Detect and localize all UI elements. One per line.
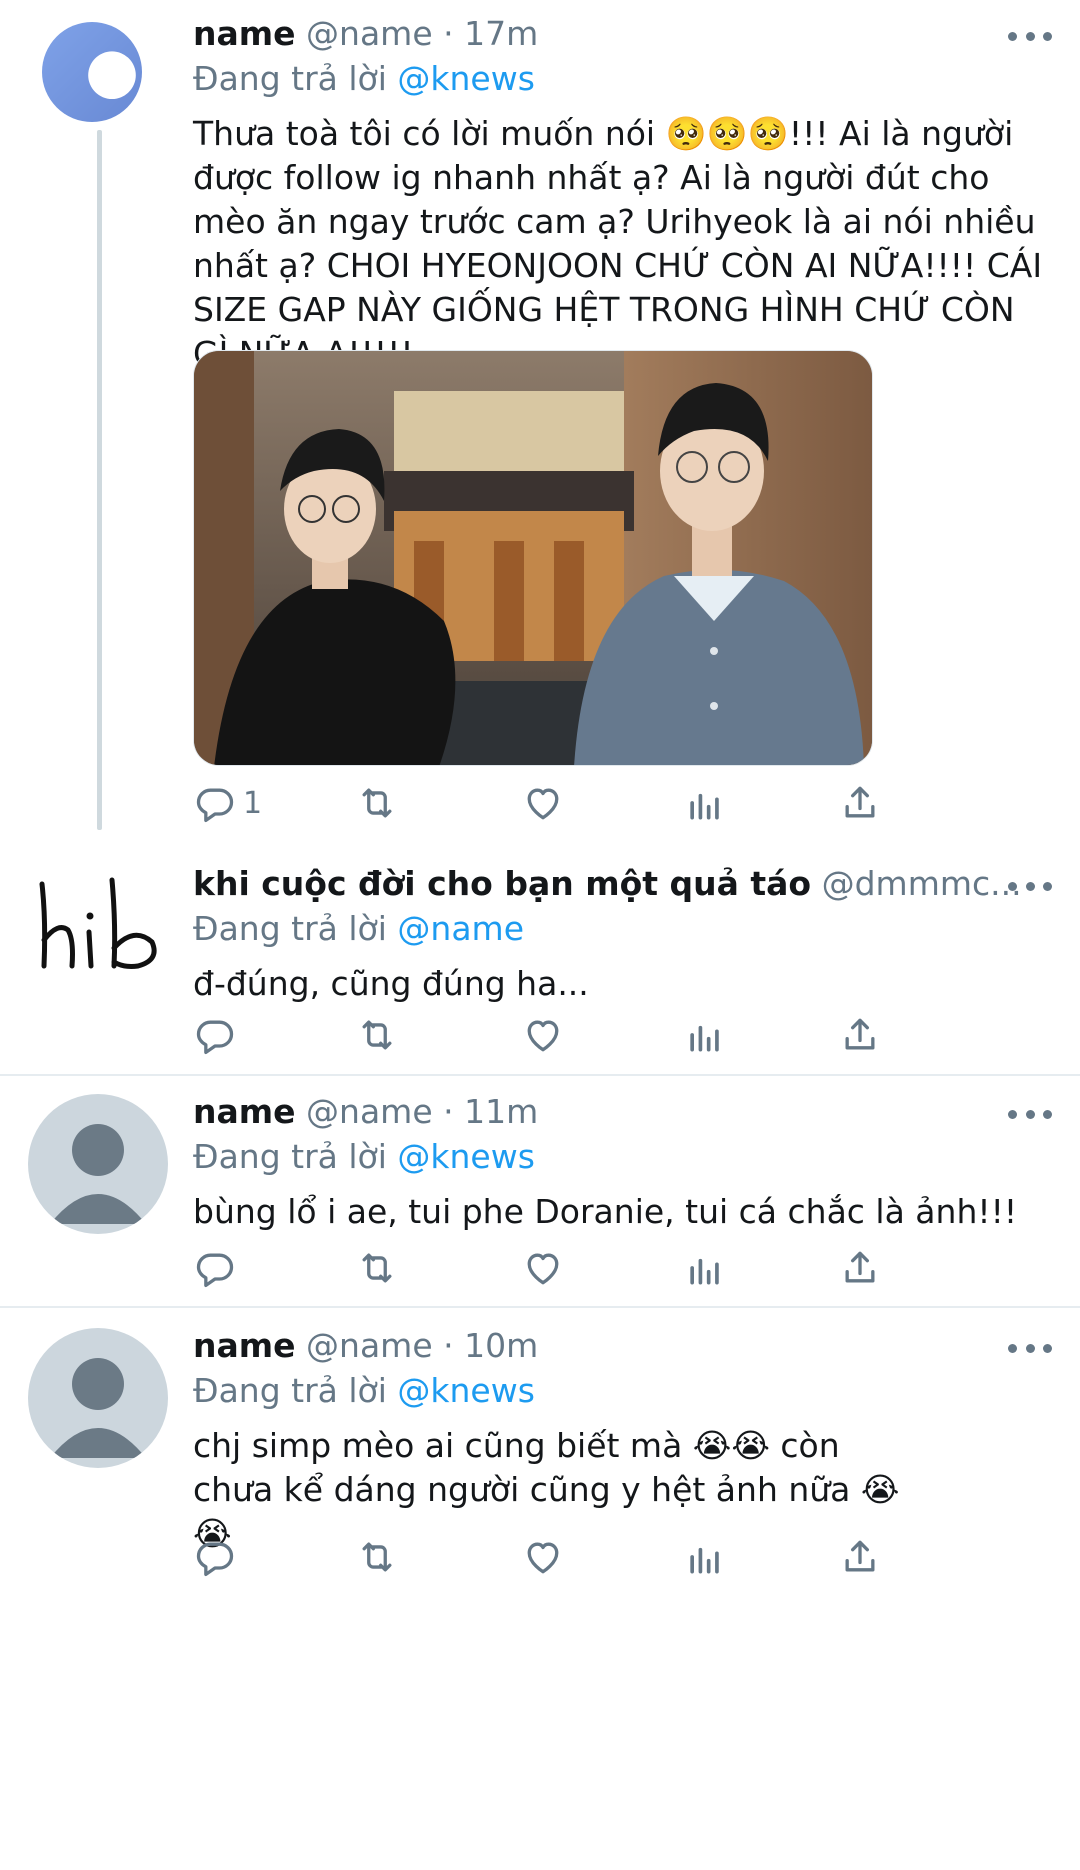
tweet-header: khi cuộc đời cho bạn một quả táo @dmmmc.…	[193, 862, 1052, 906]
default-avatar-icon	[28, 1094, 168, 1234]
reply-context: Đang trả lời @knews	[193, 1134, 1052, 1180]
user-avatar-icon	[42, 22, 142, 122]
retweet-icon	[362, 1020, 392, 1050]
more-icon[interactable]	[1008, 876, 1052, 896]
tweet-3[interactable]: name @name · 11m Đang trả lời @knews bùn…	[0, 1078, 1080, 1306]
reply-context: Đang trả lời @knews	[193, 1368, 1052, 1414]
more-icon[interactable]	[1008, 1104, 1052, 1124]
analytics-icon	[690, 1547, 719, 1574]
analytics-button[interactable]	[683, 1243, 727, 1293]
share-button[interactable]	[838, 1243, 882, 1293]
reply-icon	[196, 1020, 234, 1055]
tweet-actions	[193, 1243, 1013, 1293]
timestamp[interactable]: · 11m	[443, 1092, 538, 1131]
reply-mention[interactable]: @knews	[397, 59, 535, 98]
share-icon	[845, 1018, 875, 1050]
share-button[interactable]	[838, 778, 882, 828]
display-name[interactable]: khi cuộc đời cho bạn một quả táo	[193, 864, 811, 903]
share-button[interactable]	[838, 1010, 882, 1060]
display-name[interactable]: name	[193, 1326, 296, 1365]
timestamp[interactable]: · 17m	[443, 14, 538, 53]
reply-icon	[196, 1253, 234, 1288]
reply-icon	[196, 1542, 234, 1577]
display-name[interactable]: name	[193, 14, 296, 53]
divider	[0, 1074, 1080, 1076]
analytics-button[interactable]	[683, 778, 727, 828]
analytics-icon	[690, 1025, 719, 1052]
tweet-1[interactable]: name @name · 17m Đang trả lời @knews Thư…	[0, 0, 1080, 850]
heart-icon	[527, 1253, 559, 1285]
tweet-header: name @name · 11m	[193, 1090, 1052, 1134]
share-icon	[845, 1540, 875, 1572]
heart-icon	[527, 1542, 559, 1574]
retweet-icon	[362, 788, 392, 818]
heart-icon	[527, 788, 559, 820]
like-button[interactable]	[521, 1532, 565, 1582]
reply-button[interactable]	[193, 1010, 237, 1060]
share-icon	[845, 786, 875, 818]
tweet-actions: 1	[193, 778, 1013, 828]
tweet-4[interactable]: name @name · 10m Đang trả lời @knews chj…	[0, 1310, 1080, 1870]
photo-image	[194, 351, 872, 765]
more-icon[interactable]	[1008, 1338, 1052, 1358]
like-button[interactable]	[521, 1010, 565, 1060]
analytics-button[interactable]	[683, 1010, 727, 1060]
heart-icon	[527, 1020, 559, 1052]
handle[interactable]: @name	[306, 1326, 433, 1365]
avatar[interactable]	[28, 1328, 168, 1468]
share-icon	[845, 1251, 875, 1283]
tweet-header: name @name · 10m	[193, 1324, 1052, 1368]
reply-mention[interactable]: @name	[397, 909, 524, 948]
tweet-2[interactable]: khi cuộc đời cho bạn một quả táo @dmmmc.…	[0, 850, 1080, 1070]
reply-prefix: Đang trả lời	[193, 59, 387, 98]
reply-button[interactable]	[193, 1243, 237, 1293]
default-avatar-icon	[28, 1328, 168, 1468]
avatar[interactable]	[28, 1094, 168, 1234]
like-button[interactable]	[521, 1243, 565, 1293]
divider	[0, 1306, 1080, 1308]
reply-prefix: Đang trả lời	[193, 1137, 387, 1176]
avatar[interactable]	[42, 22, 142, 122]
handwritten-label	[39, 877, 157, 969]
handle[interactable]: @name	[306, 1092, 433, 1131]
tweet-text: đ-đúng, cũng đúng ha...	[193, 964, 589, 1003]
reply-mention[interactable]: @knews	[397, 1137, 535, 1176]
reply-prefix: Đang trả lời	[193, 909, 387, 948]
timestamp[interactable]: · 10m	[443, 1326, 538, 1365]
tweet-actions	[193, 1532, 1013, 1582]
tweet-photo[interactable]	[193, 350, 873, 766]
reply-context: Đang trả lời @knews	[193, 56, 1052, 102]
like-button[interactable]	[521, 778, 565, 828]
handle[interactable]: @dmmmc...	[822, 864, 1022, 903]
reply-count: 1	[243, 785, 263, 821]
reply-button[interactable]	[193, 1532, 237, 1582]
reply-mention[interactable]: @knews	[397, 1371, 535, 1410]
tweet-text: bùng lổ i ae, tui phe Doranie, tui cá ch…	[193, 1192, 1018, 1231]
more-icon[interactable]	[1008, 26, 1052, 46]
retweet-icon	[362, 1253, 392, 1283]
reply-context: Đang trả lời @name	[193, 906, 1052, 952]
retweet-button[interactable]	[355, 1532, 399, 1582]
retweet-button[interactable]	[355, 778, 399, 828]
reply-button[interactable]: 1	[193, 778, 262, 828]
tweet-text: Thưa toà tôi có lời muốn nói 🥺🥺🥺!!! Ai l…	[193, 114, 1043, 373]
retweet-button[interactable]	[355, 1010, 399, 1060]
reply-icon	[196, 788, 234, 823]
handle[interactable]: @name	[306, 14, 433, 53]
share-button[interactable]	[838, 1532, 882, 1582]
retweet-icon	[362, 1542, 392, 1572]
analytics-button[interactable]	[683, 1532, 727, 1582]
retweet-button[interactable]	[355, 1243, 399, 1293]
display-name[interactable]: name	[193, 1092, 296, 1131]
reply-prefix: Đang trả lời	[193, 1371, 387, 1410]
tweet-header: name @name · 17m	[193, 12, 1052, 56]
analytics-icon	[690, 1258, 719, 1285]
analytics-icon	[690, 793, 719, 820]
tweet-actions	[193, 1010, 1013, 1060]
thread-line	[97, 130, 102, 830]
